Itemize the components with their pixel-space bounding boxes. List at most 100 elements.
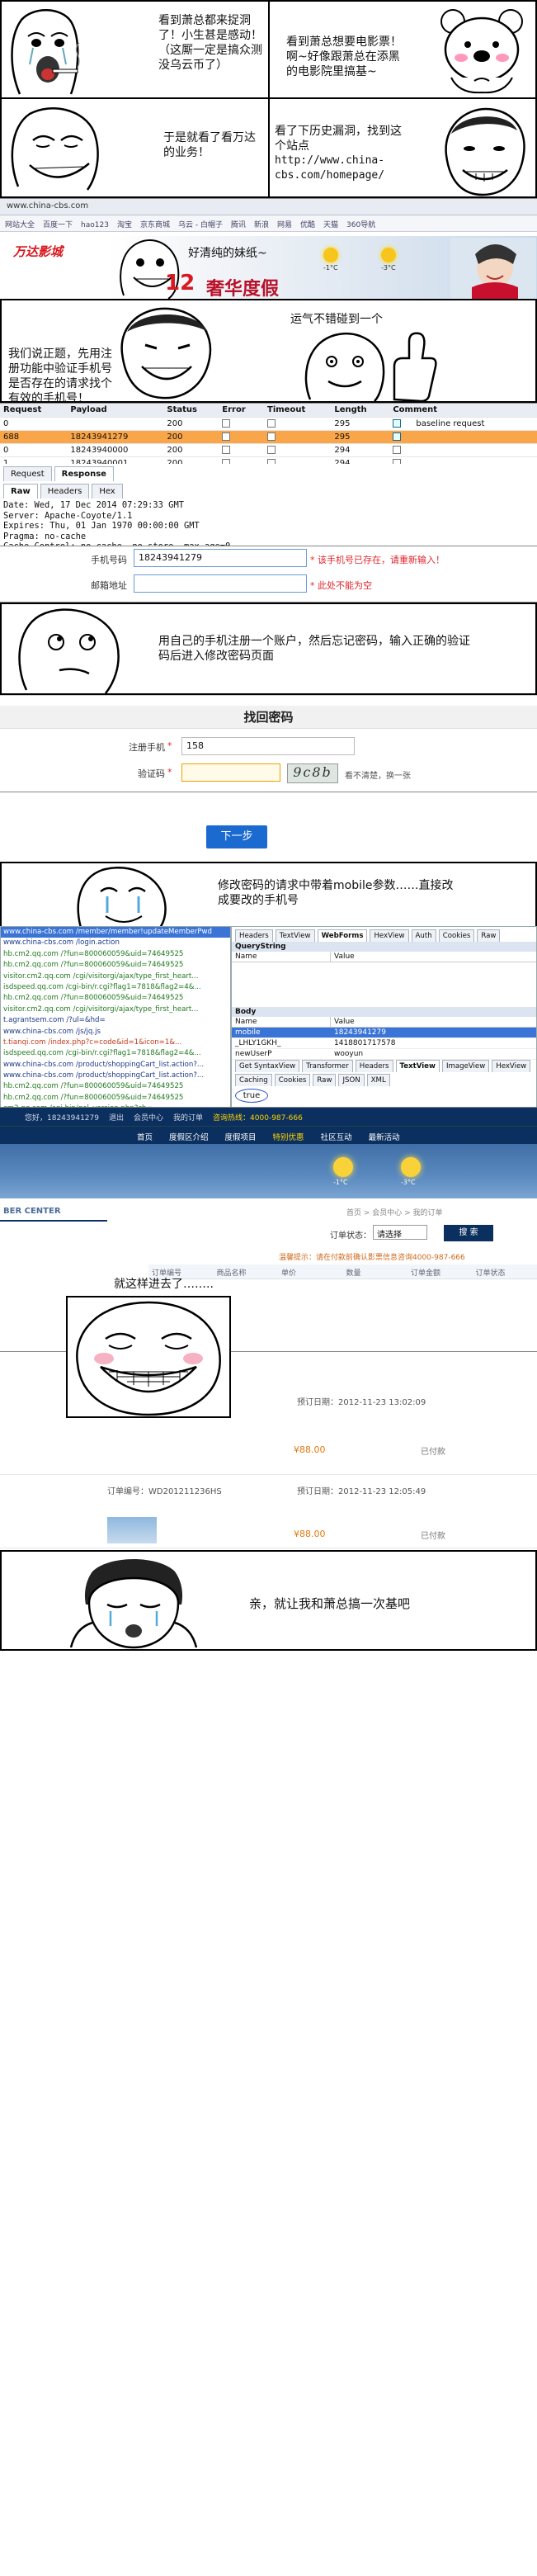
session-row[interactable]: hb.cm2.qq.com /?fun=800060059&uid=746495…: [1, 949, 230, 960]
response-tab[interactable]: HexView: [492, 1060, 531, 1072]
member-nav-item[interactable]: 度假项目: [217, 1127, 265, 1144]
favorite-link[interactable]: 乌云 - 白帽子: [178, 221, 223, 229]
email-input[interactable]: [134, 574, 307, 593]
response-tab[interactable]: Raw: [313, 1074, 337, 1086]
phone-input[interactable]: 18243941279: [134, 549, 307, 567]
body-row[interactable]: mobile 18243941279: [232, 1028, 536, 1038]
column-header[interactable]: Error: [219, 404, 264, 418]
session-row[interactable]: hb.cm2.qq.com /?fun=800060059&uid=746495…: [1, 1081, 230, 1092]
session-row[interactable]: t.tianqi.com /index.php?c=code&id=1&icon…: [1, 1037, 230, 1048]
tab-headers[interactable]: Headers: [40, 484, 90, 499]
member-top-link[interactable]: 退出: [109, 1114, 124, 1123]
inspector-tab[interactable]: Headers: [235, 929, 273, 942]
reg-phone-input[interactable]: 158: [181, 737, 355, 755]
address-bar[interactable]: www.china-cbs.com: [0, 199, 537, 215]
captcha-image[interactable]: 9c8b: [287, 763, 338, 783]
response-tab[interactable]: Headers: [355, 1060, 393, 1072]
session-row[interactable]: www.china-cbs.com /product/shoppingCart_…: [1, 1060, 230, 1071]
body-param-value[interactable]: 1418801717578: [331, 1038, 398, 1048]
session-row[interactable]: hb.cm2.qq.com /?fun=800060059&uid=746495…: [1, 1093, 230, 1104]
column-header[interactable]: Length: [331, 404, 390, 418]
member-nav-item[interactable]: 最新活动: [360, 1127, 408, 1144]
favorite-link[interactable]: 腾讯: [231, 221, 246, 229]
favorite-link[interactable]: 360导航: [346, 221, 375, 229]
tab-response[interactable]: Response: [54, 466, 114, 481]
response-tab[interactable]: TextView: [395, 1060, 440, 1072]
response-tab[interactable]: Get SyntaxView: [235, 1060, 300, 1072]
response-tab[interactable]: ImageView: [441, 1060, 490, 1072]
member-top-link[interactable]: 我的订单: [173, 1114, 203, 1123]
error-checkbox[interactable]: [222, 445, 231, 454]
favorite-link[interactable]: 网站大全: [5, 221, 35, 229]
order-divider: [0, 1474, 537, 1475]
column-header[interactable]: Status: [163, 404, 219, 418]
tab-request[interactable]: Request: [3, 466, 52, 481]
order-status-select[interactable]: 请选择: [373, 1225, 427, 1240]
session-row[interactable]: www.china-cbs.com /login.action: [1, 938, 230, 948]
member-top-link[interactable]: 您好，18243941279: [25, 1114, 99, 1123]
member-top-link[interactable]: 咨询热线：4000-987-666: [213, 1114, 303, 1123]
member-nav-item[interactable]: 首页: [129, 1127, 161, 1144]
favorite-link[interactable]: 优酷: [300, 221, 315, 229]
session-row[interactable]: www.china-cbs.com /js/jq.js: [1, 1027, 230, 1037]
favorite-link[interactable]: 百度一下: [43, 221, 73, 229]
mark-checkbox[interactable]: [393, 432, 402, 441]
member-top-link[interactable]: 会员中心: [134, 1114, 163, 1123]
inspector-tab[interactable]: WebForms: [317, 929, 368, 942]
mark-checkbox[interactable]: [393, 445, 402, 454]
session-row[interactable]: hb.cm2.qq.com /?fun=800060059&uid=746495…: [1, 993, 230, 1004]
session-row[interactable]: isdspeed.qq.com /cgi-bin/r.cgi?flag1=781…: [1, 982, 230, 993]
result-row[interactable]: 0 18243940000 200 294: [0, 443, 537, 457]
session-row[interactable]: www.china-cbs.com /product/shoppingCart_…: [1, 1071, 230, 1081]
member-nav-item[interactable]: 度假区介绍: [161, 1127, 217, 1144]
session-row[interactable]: hb.cm2.qq.com /?fun=800060059&uid=746495…: [1, 960, 230, 971]
favorite-link[interactable]: 新浪: [254, 221, 269, 229]
tab-raw[interactable]: Raw: [3, 484, 38, 499]
response-tab[interactable]: XML: [366, 1074, 390, 1086]
next-step-button[interactable]: 下一步: [206, 825, 267, 848]
column-header[interactable]: Comment: [389, 404, 537, 418]
response-tab[interactable]: Transformer: [302, 1060, 353, 1072]
session-row[interactable]: visitor.cm2.qq.com /cgi/visitorgi/ajax/t…: [1, 971, 230, 982]
session-row[interactable]: isdspeed.qq.com /cgi-bin/r.cgi?flag1=781…: [1, 1048, 230, 1059]
body-rows: mobile 18243941279 _LHLY1GKH_ 1418801717578…: [232, 1028, 536, 1060]
required-mark: *: [167, 767, 172, 778]
member-nav-item[interactable]: 社区互动: [313, 1127, 360, 1144]
inspector-tab[interactable]: Cookies: [438, 929, 475, 942]
session-row[interactable]: visitor.cm2.qq.com /cgi/visitorgi/ajax/t…: [1, 1004, 230, 1015]
inspector-tab[interactable]: TextView: [275, 929, 315, 942]
result-row[interactable]: 0 200 295 baseline request: [0, 417, 537, 431]
error-checkbox[interactable]: [222, 418, 231, 428]
timeout-checkbox[interactable]: [267, 432, 276, 441]
inspector-tab[interactable]: HexView: [370, 929, 409, 942]
favorite-link[interactable]: 网易: [277, 221, 292, 229]
response-tab[interactable]: JSON: [338, 1074, 365, 1086]
favorite-link[interactable]: 淘宝: [117, 221, 132, 229]
body-param-value[interactable]: 18243941279: [331, 1028, 389, 1037]
raw-headers-hex-tabs: Raw Headers Hex: [0, 481, 537, 499]
body-row[interactable]: _LHLY1GKH_ 1418801717578: [232, 1038, 536, 1049]
mark-checkbox[interactable]: [393, 418, 402, 428]
search-button[interactable]: 搜 索: [444, 1225, 493, 1241]
column-header[interactable]: Timeout: [264, 404, 332, 418]
response-tab[interactable]: Caching: [235, 1074, 272, 1086]
inspector-tab[interactable]: Auth: [411, 929, 436, 942]
member-nav-item[interactable]: 特别优惠: [265, 1127, 313, 1144]
column-header[interactable]: Request: [0, 404, 68, 418]
refresh-captcha-link[interactable]: 看不清楚，换一张: [345, 768, 411, 781]
column-header[interactable]: Payload: [67, 404, 164, 418]
response-tabs: Get SyntaxView Transformer Headers TextView…: [232, 1057, 536, 1072]
tab-hex[interactable]: Hex: [92, 484, 123, 499]
timeout-checkbox[interactable]: [267, 418, 276, 428]
favorite-link[interactable]: 京东商城: [140, 221, 170, 229]
session-row[interactable]: www.china-cbs.com /member/member!updateM…: [1, 927, 230, 938]
error-checkbox[interactable]: [222, 432, 231, 441]
favorite-link[interactable]: 天猫: [323, 221, 338, 229]
result-row[interactable]: 688 18243941279 200 295: [0, 430, 537, 444]
code-input[interactable]: [181, 763, 280, 782]
timeout-checkbox[interactable]: [267, 445, 276, 454]
session-row[interactable]: t.agrantsem.com /?ul=&hd=: [1, 1015, 230, 1026]
favorite-link[interactable]: hao123: [81, 221, 109, 229]
inspector-tab[interactable]: Raw: [477, 929, 501, 942]
response-tab[interactable]: Cookies: [274, 1074, 311, 1086]
